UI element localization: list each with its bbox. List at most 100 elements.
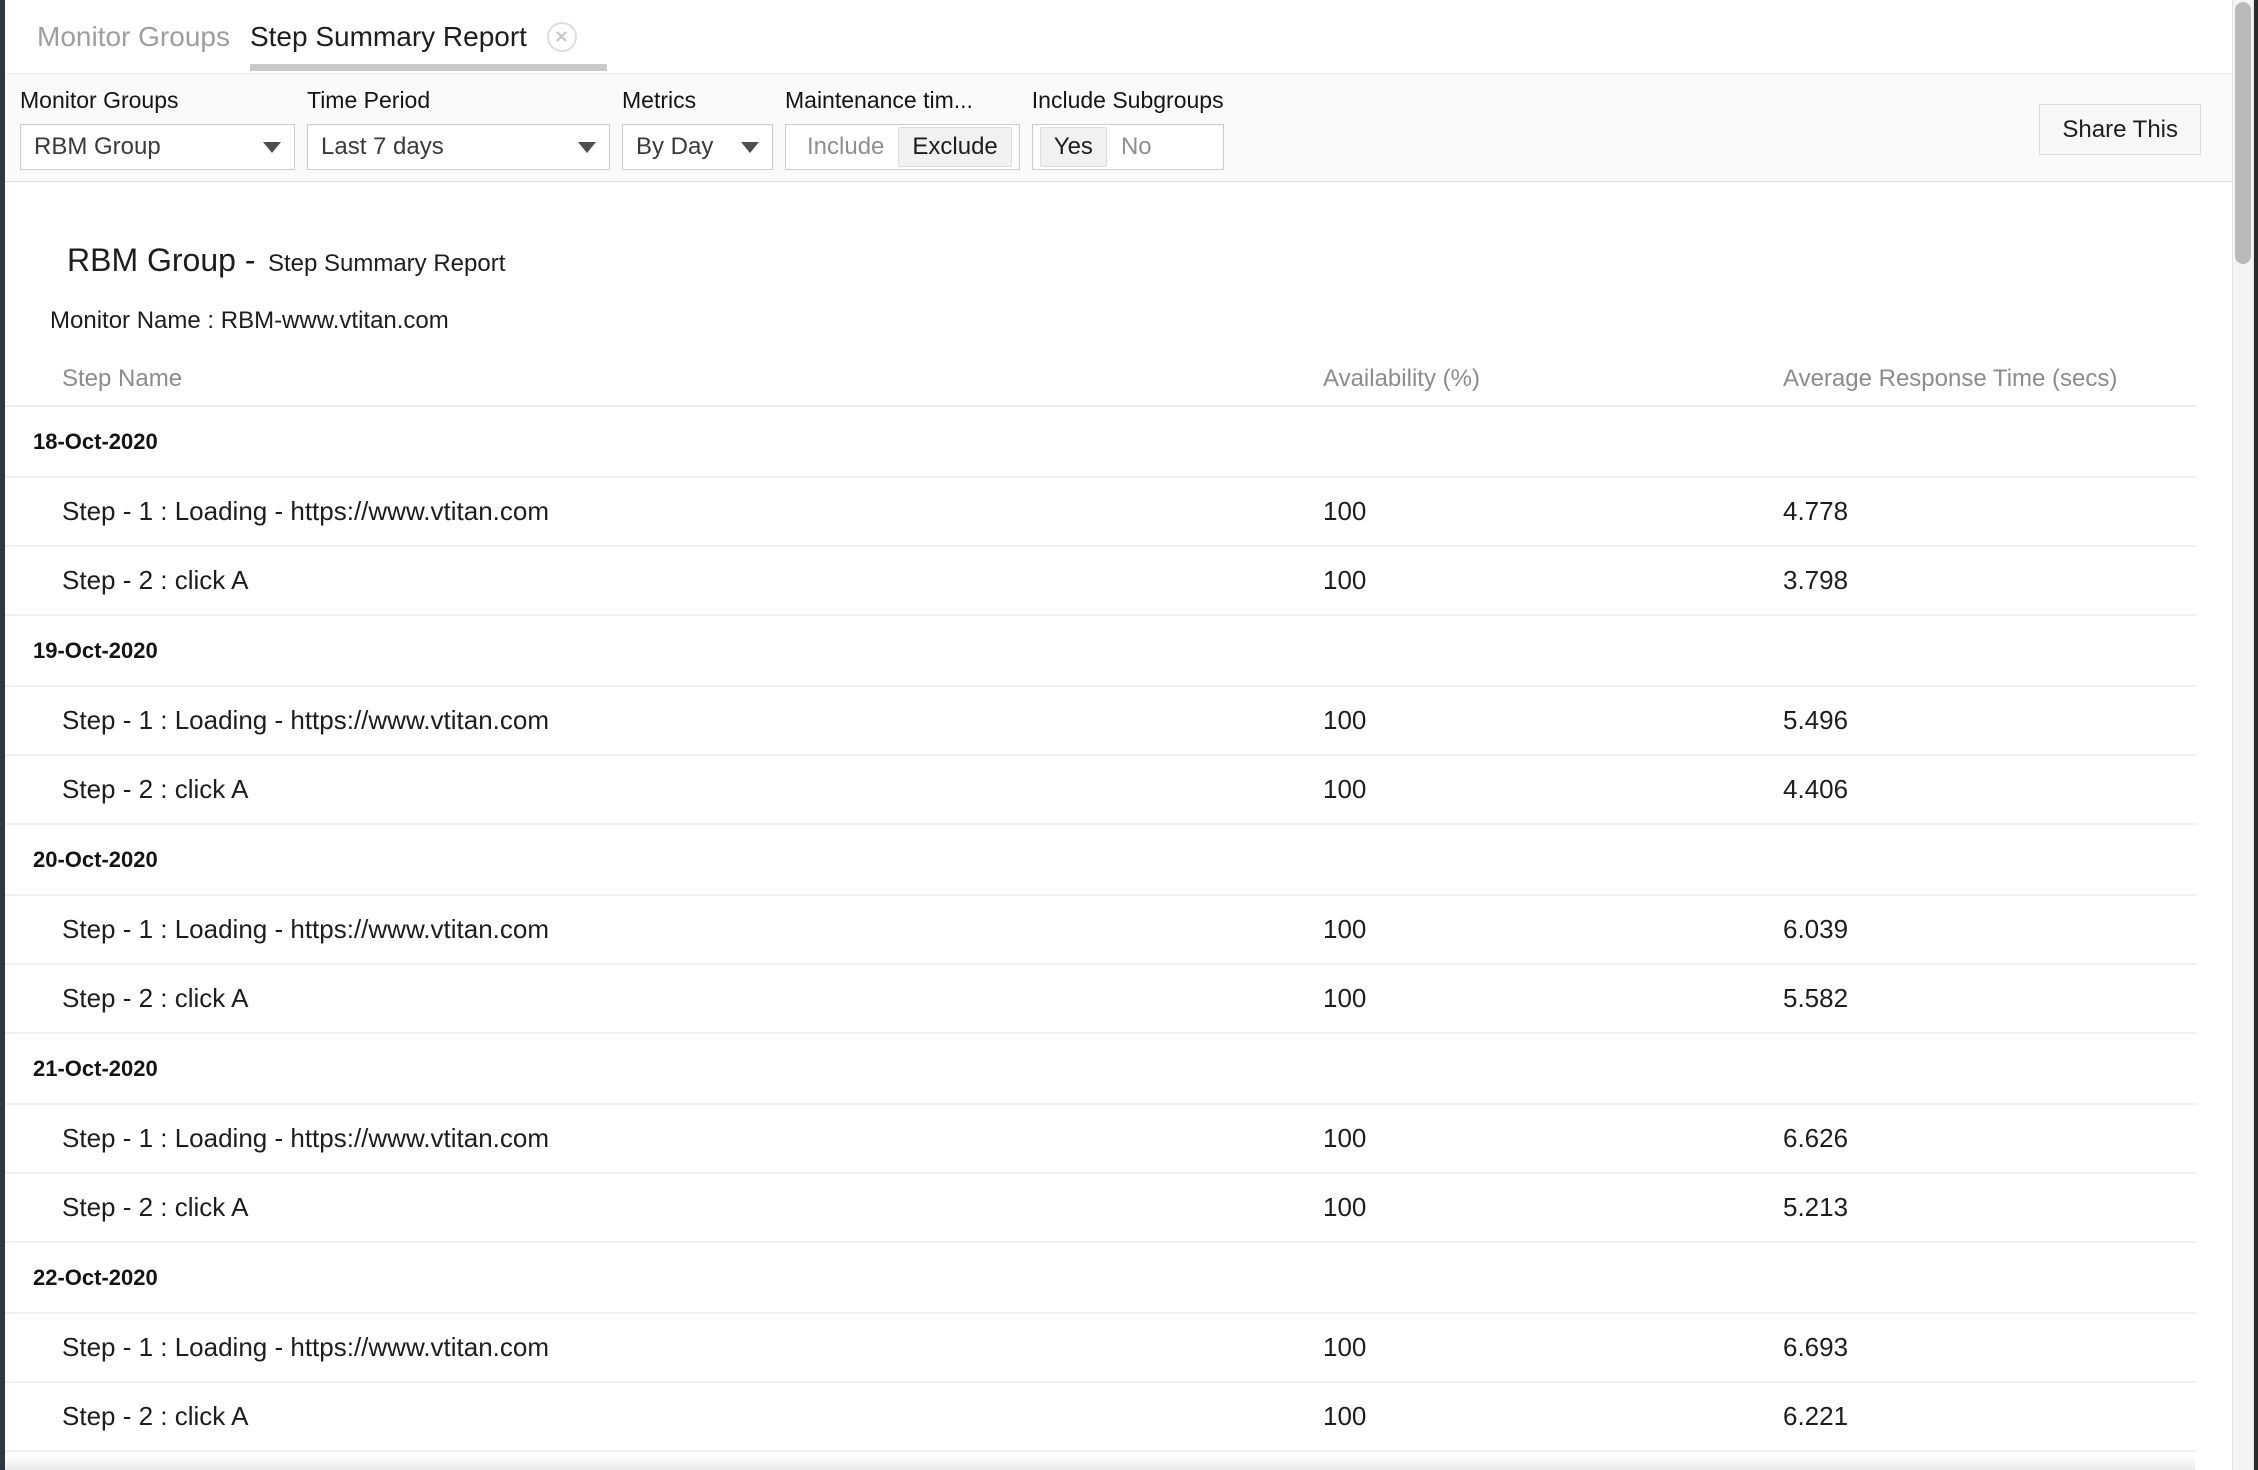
- step-row: Step - 1 : Loading - https://www.vtitan.…: [5, 478, 2197, 547]
- response-time-value: 4.778: [1783, 496, 2197, 527]
- column-header-response-time: Average Response Time (secs): [1783, 365, 2197, 393]
- chevron-down-icon: [578, 142, 596, 153]
- step-name: Step - 2 : click A: [5, 1192, 1323, 1223]
- date-group-row: 18-Oct-2020: [5, 407, 2197, 478]
- subgroups-yes-option[interactable]: Yes: [1040, 127, 1107, 167]
- step-row: Step - 1 : Loading - https://www.vtitan.…: [5, 1314, 2197, 1383]
- step-row: Step - 2 : click A1006.221: [5, 1383, 2197, 1452]
- include-subgroups-toggle: Yes No: [1032, 124, 1224, 170]
- maintenance-include-option[interactable]: Include: [793, 127, 898, 167]
- filter-time-period: Time Period Last 7 days: [307, 87, 610, 170]
- metrics-label: Metrics: [622, 87, 773, 114]
- maintenance-label: Maintenance tim...: [785, 87, 1020, 114]
- bottom-scroll-strip: [5, 1457, 2195, 1470]
- scrollbar-thumb[interactable]: [2235, 2, 2251, 264]
- chevron-down-icon: [263, 142, 281, 153]
- time-period-label: Time Period: [307, 87, 610, 114]
- step-row: Step - 1 : Loading - https://www.vtitan.…: [5, 896, 2197, 965]
- date-group-row: 22-Oct-2020: [5, 1243, 2197, 1314]
- filter-maintenance: Maintenance tim... Include Exclude: [785, 87, 1020, 170]
- report-window: Monitor Groups Step Summary Report Monit…: [5, 0, 2232, 1452]
- tab-step-summary-report-label: Step Summary Report: [250, 0, 527, 74]
- tab-bar: Monitor Groups Step Summary Report: [5, 0, 2232, 74]
- monitor-name-row: Monitor Name : RBM-www.vtitan.com: [50, 307, 2232, 335]
- close-tab-icon[interactable]: [547, 22, 577, 52]
- vertical-scrollbar[interactable]: [2232, 0, 2254, 1470]
- chevron-down-icon: [741, 142, 759, 153]
- availability-value: 100: [1323, 983, 1783, 1014]
- availability-value: 100: [1323, 1401, 1783, 1432]
- step-row: Step - 2 : click A1004.406: [5, 756, 2197, 825]
- x-icon: [555, 30, 568, 43]
- response-time-value: 5.496: [1783, 705, 2197, 736]
- step-name: Step - 2 : click A: [5, 1401, 1323, 1432]
- step-name: Step - 1 : Loading - https://www.vtitan.…: [5, 1123, 1323, 1154]
- step-name: Step - 1 : Loading - https://www.vtitan.…: [5, 914, 1323, 945]
- step-name: Step - 1 : Loading - https://www.vtitan.…: [5, 1332, 1323, 1363]
- date-label: 21-Oct-2020: [5, 1056, 1323, 1082]
- tab-step-summary-report[interactable]: Step Summary Report: [250, 0, 577, 74]
- step-summary-table: Step Name Availability (%) Average Respo…: [5, 365, 2197, 1452]
- date-label: 18-Oct-2020: [5, 429, 1323, 455]
- date-label: 20-Oct-2020: [5, 847, 1323, 873]
- monitor-groups-select[interactable]: RBM Group: [20, 124, 295, 170]
- include-subgroups-label: Include Subgroups: [1032, 87, 1224, 114]
- step-name: Step - 2 : click A: [5, 983, 1323, 1014]
- date-group-row: 21-Oct-2020: [5, 1034, 2197, 1105]
- availability-value: 100: [1323, 774, 1783, 805]
- step-name: Step - 1 : Loading - https://www.vtitan.…: [5, 705, 1323, 736]
- subgroups-no-option[interactable]: No: [1107, 127, 1166, 167]
- metrics-select[interactable]: By Day: [622, 124, 773, 170]
- filter-include-subgroups: Include Subgroups Yes No: [1032, 87, 1224, 170]
- availability-value: 100: [1323, 1332, 1783, 1363]
- maintenance-exclude-option[interactable]: Exclude: [898, 127, 1011, 167]
- tab-monitor-groups[interactable]: Monitor Groups: [37, 0, 230, 74]
- availability-value: 100: [1323, 1192, 1783, 1223]
- time-period-value: Last 7 days: [321, 133, 444, 161]
- availability-value: 100: [1323, 705, 1783, 736]
- availability-value: 100: [1323, 496, 1783, 527]
- response-time-value: 3.798: [1783, 565, 2197, 596]
- response-time-value: 6.693: [1783, 1332, 2197, 1363]
- date-group-row: 20-Oct-2020: [5, 825, 2197, 896]
- report-groups: 18-Oct-2020 Step - 1 : Loading - https://…: [5, 407, 2197, 1452]
- response-time-value: 5.213: [1783, 1192, 2197, 1223]
- date-label: 19-Oct-2020: [5, 638, 1323, 664]
- filter-monitor-groups: Monitor Groups RBM Group: [20, 87, 295, 170]
- availability-value: 100: [1323, 914, 1783, 945]
- availability-value: 100: [1323, 565, 1783, 596]
- response-time-value: 5.582: [1783, 983, 2197, 1014]
- maintenance-toggle: Include Exclude: [785, 124, 1020, 170]
- step-row: Step - 2 : click A1003.798: [5, 547, 2197, 616]
- share-this-button[interactable]: Share This: [2039, 104, 2201, 155]
- monitor-name-label: Monitor Name :: [50, 307, 214, 334]
- window-right-edge: [2254, 0, 2258, 1470]
- response-time-value: 4.406: [1783, 774, 2197, 805]
- response-time-value: 6.039: [1783, 914, 2197, 945]
- column-header-availability: Availability (%): [1323, 365, 1783, 393]
- metrics-value: By Day: [636, 133, 713, 161]
- time-period-select[interactable]: Last 7 days: [307, 124, 610, 170]
- availability-value: 100: [1323, 1123, 1783, 1154]
- app-left-stripe: [0, 0, 5, 1470]
- report-content: RBM Group - Step Summary Report Monitor …: [5, 242, 2232, 1452]
- step-row: Step - 2 : click A1005.213: [5, 1174, 2197, 1243]
- table-header-row: Step Name Availability (%) Average Respo…: [5, 365, 2197, 407]
- step-name: Step - 1 : Loading - https://www.vtitan.…: [5, 496, 1323, 527]
- monitor-groups-value: RBM Group: [34, 133, 161, 161]
- date-label: 22-Oct-2020: [5, 1265, 1323, 1291]
- response-time-value: 6.221: [1783, 1401, 2197, 1432]
- report-title: RBM Group - Step Summary Report: [67, 242, 2232, 279]
- step-row: Step - 1 : Loading - https://www.vtitan.…: [5, 687, 2197, 756]
- step-name: Step - 2 : click A: [5, 774, 1323, 805]
- column-header-step-name: Step Name: [5, 365, 1323, 393]
- active-tab-underline: [250, 64, 607, 71]
- report-group-name: RBM Group -: [67, 242, 255, 278]
- step-row: Step - 2 : click A1005.582: [5, 965, 2197, 1034]
- monitor-name-value: RBM-www.vtitan.com: [221, 307, 449, 334]
- filter-metrics: Metrics By Day: [622, 87, 773, 170]
- filter-bar: Monitor Groups RBM Group Time Period Las…: [5, 74, 2232, 182]
- step-row: Step - 1 : Loading - https://www.vtitan.…: [5, 1105, 2197, 1174]
- step-name: Step - 2 : click A: [5, 565, 1323, 596]
- response-time-value: 6.626: [1783, 1123, 2197, 1154]
